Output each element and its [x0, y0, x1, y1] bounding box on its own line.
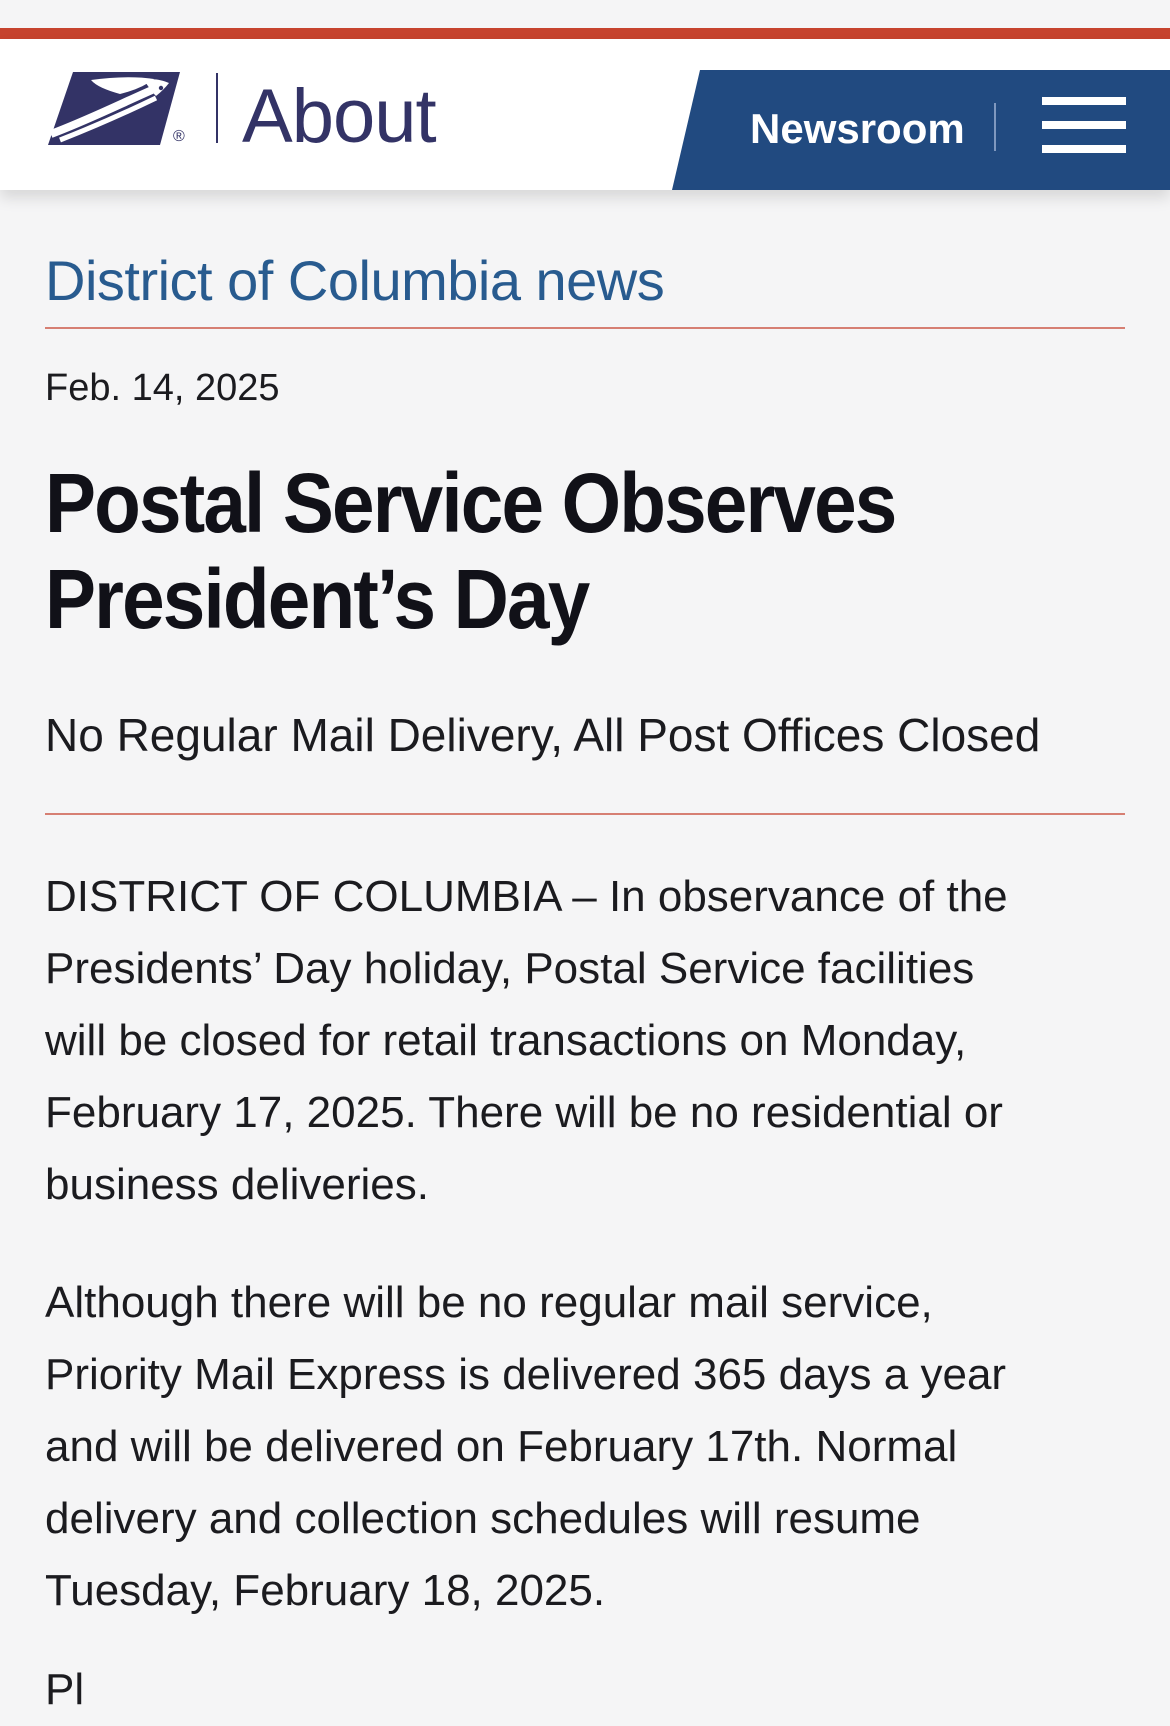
- article-headline: Postal Service Observes President’s Day: [45, 455, 1028, 647]
- headline-line: President’s Day: [45, 552, 590, 646]
- paragraph-line: and will be delivered on February 17th. …: [45, 1422, 958, 1472]
- paragraph-line: Priority Mail Express is delivered 365 d…: [45, 1350, 1007, 1400]
- site-section-title[interactable]: About: [242, 75, 437, 159]
- hamburger-menu-icon[interactable]: [1042, 97, 1126, 159]
- truncated-paragraph-start: Pl: [45, 1665, 85, 1714]
- hamburger-line: [1042, 121, 1126, 129]
- article-subhead: No Regular Mail Delivery, All Post Offic…: [45, 709, 1041, 762]
- paragraph-line: Although there will be no regular mail s…: [45, 1278, 933, 1328]
- hamburger-line: [1042, 97, 1126, 105]
- accent-red-rule: [0, 28, 1170, 39]
- headline-line: Postal Service Observes: [45, 456, 897, 550]
- paragraph-line: Presidents’ Day holiday, Postal Service …: [45, 944, 975, 994]
- district-news-link[interactable]: District of Columbia news: [45, 249, 665, 312]
- hamburger-line: [1042, 145, 1126, 153]
- usps-eagle-logo-icon: ®: [48, 72, 185, 145]
- paragraph-line: business deliveries.: [45, 1160, 429, 1210]
- article-content: District of Columbia news Feb. 14, 2025 …: [45, 235, 1125, 1671]
- article-divider: [45, 813, 1125, 816]
- newsroom-navigation-bar: Newsroom: [672, 70, 1170, 190]
- paragraph-line: delivery and collection schedules will r…: [45, 1494, 921, 1544]
- newsroom-divider: [994, 103, 996, 151]
- article-date: Feb. 14, 2025: [45, 367, 280, 409]
- top-strip: [0, 0, 1170, 28]
- registered-mark: ®: [173, 128, 185, 145]
- logo-divider: [216, 73, 218, 143]
- paragraph-line: will be closed for retail transactions o…: [45, 1016, 967, 1066]
- newsroom-link[interactable]: Newsroom: [750, 104, 965, 154]
- paragraph-line: Tuesday, February 18, 2025.: [45, 1566, 606, 1616]
- article-paragraph: DISTRICT OF COLUMBIA – In observance of …: [45, 861, 1125, 1221]
- paragraph-line: February 17, 2025. There will be no resi…: [45, 1088, 1003, 1138]
- paragraph-line: DISTRICT OF COLUMBIA – In observance of …: [45, 872, 1008, 922]
- section-title-rule: [45, 327, 1125, 329]
- article-paragraph: Although there will be no regular mail s…: [45, 1267, 1125, 1627]
- site-header: ® About Newsroom: [0, 39, 1170, 190]
